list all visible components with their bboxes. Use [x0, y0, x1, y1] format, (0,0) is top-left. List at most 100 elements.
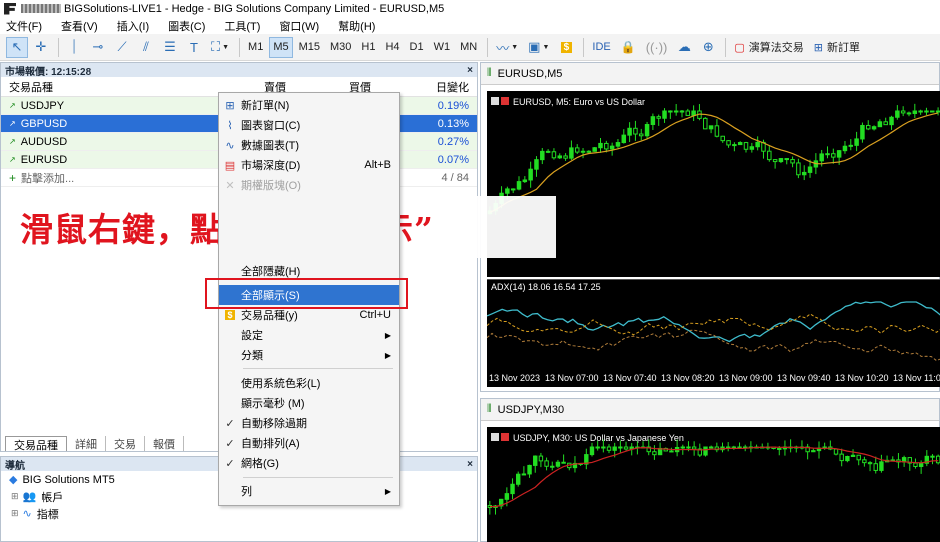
arrow-up-icon: ↗: [9, 101, 16, 110]
indicators-dropdown-button[interactable]: 〰 ▼: [492, 37, 522, 58]
fibonacci-button[interactable]: ☰: [159, 37, 181, 58]
menu-window[interactable]: 窗口(W): [279, 18, 319, 34]
candle-body: [848, 144, 854, 147]
cursor-tool-button[interactable]: ↖: [6, 36, 28, 58]
menu-file[interactable]: 文件(F): [6, 18, 42, 34]
tab-symbols[interactable]: 交易品種: [5, 436, 67, 452]
candle-body: [627, 127, 632, 136]
horizontal-line-button[interactable]: ⊸: [87, 37, 109, 58]
crosshair-tool-button[interactable]: ✛: [30, 37, 52, 58]
community-button[interactable]: ⊕: [697, 37, 719, 58]
tf-m1-button[interactable]: M1: [244, 37, 267, 58]
adx-line: [487, 313, 940, 336]
signal-button[interactable]: ((·)): [642, 37, 672, 58]
ide-button[interactable]: IDE: [588, 37, 614, 58]
tab-details[interactable]: 詳細: [67, 436, 106, 451]
arrow-up-icon: ↗: [9, 137, 16, 146]
candle-body: [691, 446, 697, 450]
tf-w1-button[interactable]: W1: [430, 37, 455, 58]
vps-button[interactable]: ☁: [673, 37, 695, 58]
toolbar-separator: [583, 37, 585, 57]
menu-item-grid[interactable]: ✓ 網格(G): [219, 453, 399, 473]
market-button[interactable]: $: [555, 37, 577, 58]
submenu-arrow-icon: ▶: [384, 486, 391, 496]
symbol-name: EURUSD: [20, 153, 68, 166]
menu-item-system-colors[interactable]: 使用系統色彩(L): [219, 373, 399, 393]
menu-item-auto-arrange[interactable]: ✓ 自動排列(A): [219, 433, 399, 453]
menu-view[interactable]: 查看(V): [61, 18, 98, 34]
close-icon[interactable]: ×: [467, 459, 473, 470]
text-tool-button[interactable]: T: [183, 37, 205, 58]
shapes-dropdown-button[interactable]: ⛶ ▼: [207, 37, 233, 58]
menu-item-new-order[interactable]: ⊞ 新訂單(N): [219, 95, 399, 115]
app-logo-icon: [4, 2, 16, 15]
menu-item-sets[interactable]: 設定 ▶: [219, 325, 399, 345]
chart-window-title: ⫴ USDJPY,M30: [481, 399, 939, 421]
tab-ticks[interactable]: 報價: [145, 436, 184, 451]
menu-charts[interactable]: 圖表(C): [168, 18, 205, 34]
lock-button[interactable]: 🔒: [617, 37, 640, 58]
toolbar-separator: [487, 37, 489, 57]
candle-body: [589, 446, 595, 456]
tf-m5-button[interactable]: M5: [269, 36, 293, 58]
menu-insert[interactable]: 插入(I): [117, 18, 149, 34]
column-symbol[interactable]: 交易品種: [1, 79, 201, 95]
close-icon[interactable]: ×: [467, 65, 473, 76]
candle-body: [668, 110, 673, 113]
candle-body: [534, 159, 539, 170]
menu-item-tick-chart[interactable]: ∿ 數據圖表(T): [219, 135, 399, 155]
tab-trading[interactable]: 交易: [106, 436, 145, 451]
menu-item-columns[interactable]: 列 ▶: [219, 481, 399, 501]
candle-body: [528, 168, 533, 181]
candle-body: [850, 454, 856, 458]
tf-m15-button[interactable]: M15: [295, 37, 324, 58]
text-icon: T: [190, 39, 198, 55]
candle-body: [510, 188, 516, 191]
candle-body: [638, 133, 644, 137]
menu-item-chart-window[interactable]: ⌇ 圖表窗口(C): [219, 115, 399, 135]
candle-body: [862, 459, 867, 464]
candle-body: [912, 110, 918, 114]
market-watch-tabs: 交易品種 詳細 交易 報價: [5, 435, 184, 452]
broker-icon: ◆: [9, 474, 18, 486]
templates-dropdown-button[interactable]: ▣ ▼: [524, 37, 553, 58]
candle-body: [918, 462, 924, 467]
candle-body: [544, 460, 549, 467]
tf-h4-button[interactable]: H4: [381, 37, 403, 58]
candle-body: [516, 181, 522, 190]
menu-tools[interactable]: 工具(T): [224, 18, 260, 34]
candle-body: [935, 455, 940, 464]
time-label: 13 Nov 09:00: [719, 373, 773, 383]
tf-mn-button[interactable]: MN: [456, 37, 481, 58]
menu-item-auto-remove-expired[interactable]: ✓ 自動移除過期: [219, 413, 399, 433]
menu-help[interactable]: 幫助(H): [338, 18, 375, 34]
menu-item-sort[interactable]: 分類 ▶: [219, 345, 399, 365]
candle-body: [533, 455, 538, 466]
candle-body: [930, 110, 935, 113]
new-order-button[interactable]: ⊞ 新訂單: [810, 37, 864, 58]
algo-trading-button[interactable]: ▢ 演算法交易: [730, 37, 807, 58]
price-chart-usdjpy[interactable]: USDJPY, M30: US Dollar vs Japanese Yen: [487, 427, 940, 542]
vertical-line-button[interactable]: ⏐: [63, 37, 85, 58]
candle-body: [656, 116, 661, 119]
candle-body: [854, 138, 859, 146]
channel-button[interactable]: ⫽: [135, 37, 157, 58]
time-label: 13 Nov 11:00: [893, 373, 940, 383]
candle-body: [918, 110, 923, 113]
tf-d1-button[interactable]: D1: [406, 37, 428, 58]
menu-item-show-milliseconds[interactable]: 顯示毫秒 (M): [219, 393, 399, 413]
cursor-icon: ↖: [11, 39, 23, 54]
candle-body: [796, 162, 801, 176]
adx-indicator-chart[interactable]: ADX(14) 18.06 16.54 17.25: [487, 279, 940, 371]
tf-m30-button[interactable]: M30: [326, 37, 355, 58]
menu-item-depth-of-market[interactable]: ▤ 市場深度(D) Alt+B: [219, 155, 399, 175]
nav-item-indicators[interactable]: ⊞ ∿ 指標: [1, 505, 477, 522]
candle-body: [592, 147, 597, 152]
trendline-button[interactable]: ⟋: [111, 37, 133, 58]
candle-body: [563, 155, 568, 159]
tf-h1-button[interactable]: H1: [357, 37, 379, 58]
shapes-icon: ⛶: [211, 39, 221, 54]
chevron-down-icon: ▼: [542, 43, 550, 51]
dollar-icon: $: [225, 310, 235, 320]
time-label: 13 Nov 07:40: [603, 373, 657, 383]
